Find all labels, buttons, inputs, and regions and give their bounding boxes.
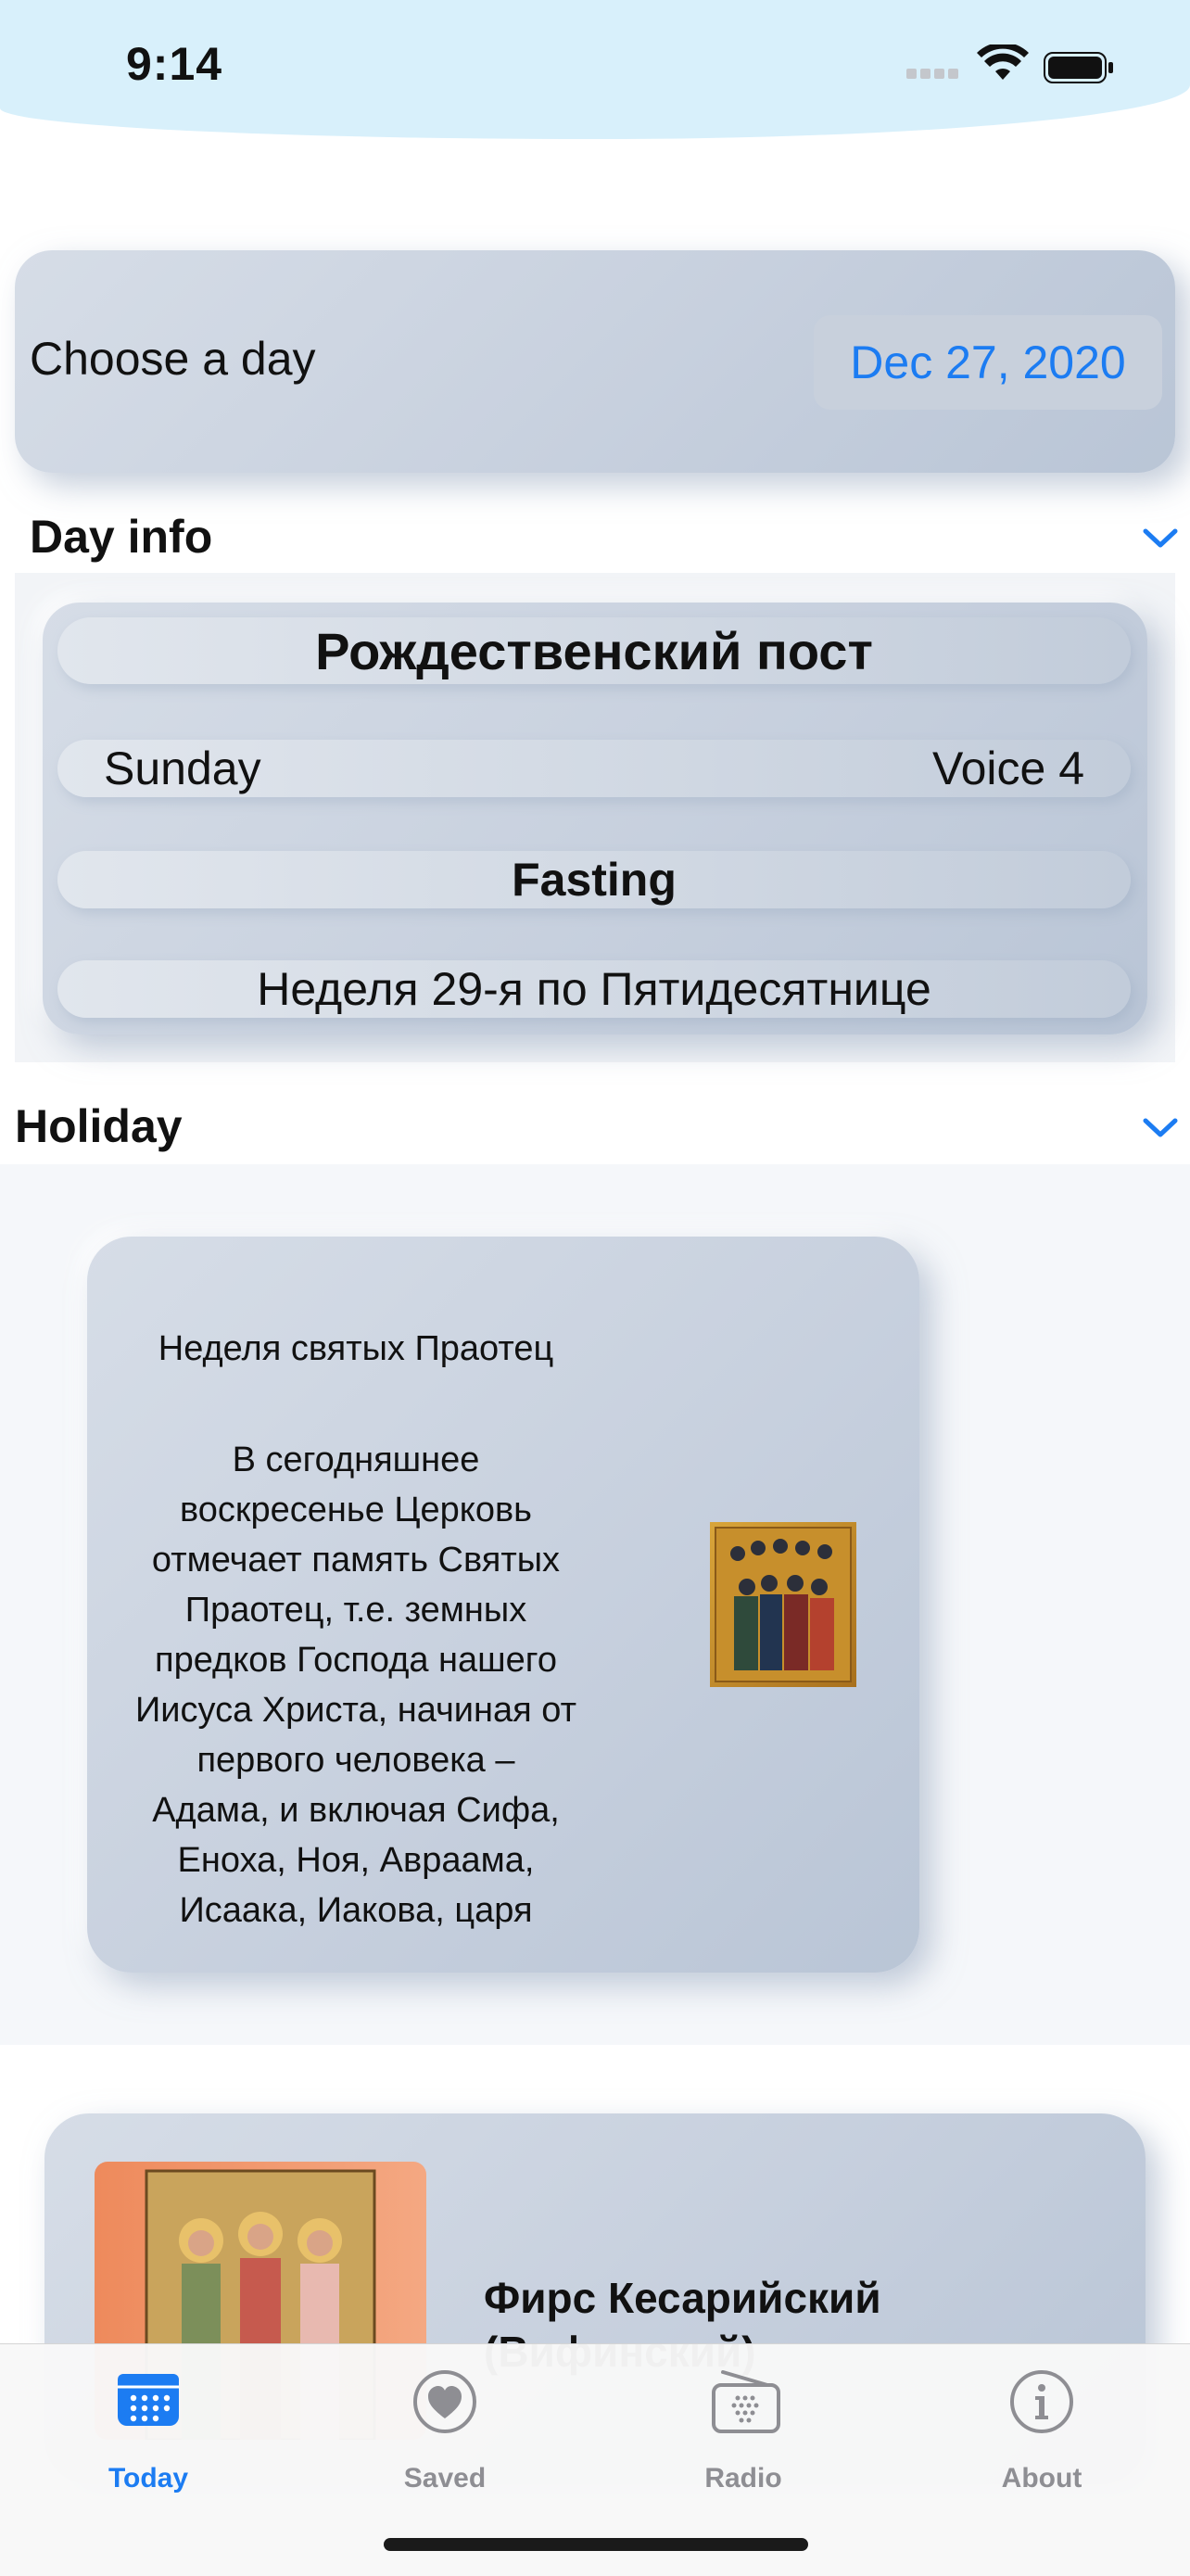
weekday-voice-row: Sunday Voice 4	[57, 740, 1131, 797]
fasting-row: Fasting	[57, 851, 1131, 908]
tab-about[interactable]: About	[949, 2344, 1134, 2511]
status-time: 9:14	[126, 38, 223, 90]
tab-saved[interactable]: Saved	[352, 2344, 538, 2511]
radio-icon	[712, 2370, 780, 2433]
holiday-chevron-down-icon[interactable]	[1142, 1116, 1179, 1140]
date-picker-button[interactable]: Dec 27, 2020	[814, 315, 1162, 410]
fast-title: Рождественский пост	[57, 617, 1131, 684]
holiday-card[interactable]: Неделя святых Праотец В сегодняшнее воск…	[87, 1237, 919, 1973]
selected-date: Dec 27, 2020	[850, 336, 1126, 388]
tab-saved-label: Saved	[403, 2463, 487, 2494]
choose-day-card: Choose a day Dec 27, 2020	[15, 250, 1175, 473]
heart-icon	[413, 2370, 476, 2433]
fasting-label: Fasting	[512, 854, 677, 906]
choose-day-label: Choose a day	[30, 333, 316, 385]
praotets-icon-image	[710, 1522, 856, 1687]
day-info-header: Day info	[30, 511, 213, 563]
wifi-icon	[977, 44, 1029, 80]
tab-about-label: About	[1001, 2463, 1082, 2494]
tab-today[interactable]: Today	[56, 2344, 241, 2511]
calendar-icon	[118, 2374, 179, 2426]
weekday: Sunday	[104, 742, 261, 794]
tab-today-label: Today	[108, 2463, 189, 2494]
tab-radio-label: Radio	[704, 2463, 782, 2494]
cellular-signal-icon	[906, 67, 964, 79]
week-row: Неделя 29-я по Пятидесятнице	[57, 960, 1131, 1018]
info-icon	[1010, 2370, 1073, 2433]
home-indicator	[384, 2538, 808, 2551]
day-info-chevron-down-icon[interactable]	[1142, 527, 1179, 551]
holiday-header: Holiday	[15, 1100, 183, 1152]
holiday-card-title: Неделя святых Праотец	[158, 1329, 554, 1368]
battery-icon	[1044, 52, 1113, 83]
voice: Voice 4	[931, 742, 1084, 794]
week-label: Неделя 29-я по Пятидесятнице	[257, 963, 931, 1015]
tab-radio[interactable]: Radio	[651, 2344, 836, 2511]
fast-title-text: Рождественский пост	[315, 621, 873, 680]
holiday-card-text: В сегодняшнее воскресенье Церковь отмеча…	[134, 1440, 576, 1930]
